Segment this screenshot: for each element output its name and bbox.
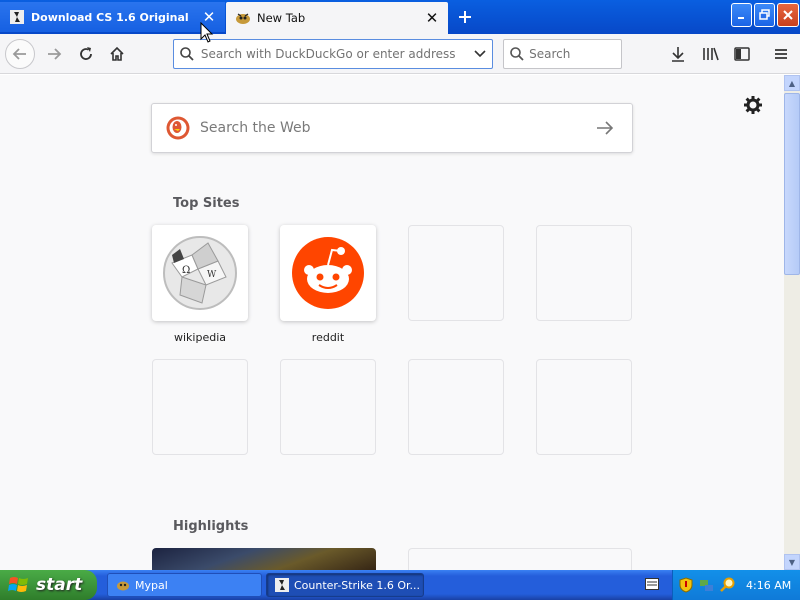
top-sites-heading: Top Sites bbox=[173, 196, 240, 211]
taskbar-item-mypal[interactable]: Mypal bbox=[107, 573, 262, 597]
sidebar-toggle-button[interactable] bbox=[728, 40, 756, 68]
top-site-empty bbox=[280, 359, 376, 455]
tab-new-tab[interactable]: New Tab ✕ bbox=[226, 2, 448, 34]
gear-icon[interactable] bbox=[743, 95, 763, 115]
top-site-reddit[interactable] bbox=[280, 225, 376, 321]
new-tab-button[interactable] bbox=[452, 4, 478, 30]
system-clock: 4:16 AM bbox=[746, 578, 792, 592]
taskbar-item-counter-strike[interactable]: Counter-Strike 1.6 Or... bbox=[266, 573, 424, 597]
windows-taskbar: start Mypal Counter-Strike 1.6 Or... 4:1… bbox=[0, 570, 800, 600]
menu-button[interactable] bbox=[767, 40, 795, 68]
new-tab-page: Top Sites Ω W wikipedia reddit bbox=[0, 75, 784, 570]
top-site-empty bbox=[408, 359, 504, 455]
mouse-cursor-icon bbox=[200, 21, 214, 44]
search-bar[interactable] bbox=[503, 39, 622, 69]
scroll-down-arrow-icon[interactable]: ▼ bbox=[784, 554, 800, 570]
search-icon bbox=[174, 46, 201, 62]
top-site-label: wikipedia bbox=[173, 331, 226, 344]
start-button[interactable]: start bbox=[0, 570, 97, 600]
top-site-label: reddit bbox=[311, 331, 345, 344]
arrow-right-icon[interactable] bbox=[590, 121, 620, 135]
navigation-toolbar bbox=[0, 34, 800, 74]
top-site-empty bbox=[408, 225, 504, 321]
forward-button[interactable] bbox=[40, 40, 68, 68]
windows-logo-icon bbox=[8, 577, 28, 592]
start-label: start bbox=[36, 575, 83, 595]
mypal-favicon-icon bbox=[235, 10, 251, 26]
network-icon[interactable] bbox=[699, 577, 715, 593]
scroll-up-arrow-icon[interactable]: ▲ bbox=[784, 75, 800, 91]
title-tab-bar: Download CS 1.6 Original ✕ New Tab ✕ bbox=[0, 0, 800, 34]
close-window-button[interactable] bbox=[777, 3, 799, 27]
restore-window-button[interactable] bbox=[754, 3, 775, 27]
top-site-empty bbox=[536, 225, 632, 321]
chevron-down-icon[interactable] bbox=[468, 50, 492, 58]
downloads-button[interactable] bbox=[664, 40, 692, 68]
scrollbar-thumb[interactable] bbox=[784, 93, 800, 275]
svg-text:W: W bbox=[207, 270, 217, 280]
mypal-icon bbox=[116, 578, 130, 592]
tab-download-cs[interactable]: Download CS 1.6 Original ✕ bbox=[0, 2, 225, 32]
top-site-empty bbox=[152, 359, 248, 455]
search-icon bbox=[504, 46, 529, 62]
vertical-scrollbar[interactable]: ▲ ▼ bbox=[784, 75, 800, 570]
back-button[interactable] bbox=[5, 39, 35, 69]
web-search-box[interactable] bbox=[151, 103, 633, 153]
reddit-icon bbox=[292, 237, 364, 309]
taskbar-item-label: Counter-Strike 1.6 Or... bbox=[294, 578, 420, 592]
web-search-input[interactable] bbox=[200, 120, 590, 136]
highlights-heading: Highlights bbox=[173, 519, 249, 534]
top-site-wikipedia[interactable]: Ω W bbox=[152, 225, 248, 321]
security-shield-icon[interactable] bbox=[678, 577, 694, 593]
taskbar-item-label: Mypal bbox=[135, 578, 168, 592]
counter-strike-icon bbox=[275, 578, 289, 592]
tab-title: Download CS 1.6 Original bbox=[31, 10, 189, 24]
svg-text:Ω: Ω bbox=[182, 265, 190, 276]
address-input[interactable] bbox=[200, 47, 469, 61]
tab-title: New Tab bbox=[257, 11, 306, 25]
system-tray: 4:16 AM bbox=[672, 570, 800, 600]
search-magnifier-icon[interactable] bbox=[720, 577, 736, 593]
top-site-empty bbox=[536, 359, 632, 455]
address-bar[interactable] bbox=[173, 39, 493, 69]
reload-button[interactable] bbox=[72, 40, 100, 68]
home-button[interactable] bbox=[103, 40, 131, 68]
close-tab-icon[interactable]: ✕ bbox=[422, 8, 442, 28]
search-input[interactable] bbox=[529, 47, 621, 61]
highlight-card-empty bbox=[408, 548, 632, 570]
library-button[interactable] bbox=[697, 40, 725, 68]
wikipedia-icon: Ω W bbox=[163, 236, 237, 310]
highlight-card-image[interactable] bbox=[152, 548, 376, 570]
counter-strike-favicon-icon bbox=[9, 9, 25, 25]
keyboard-icon[interactable] bbox=[645, 578, 659, 590]
duckduckgo-icon bbox=[166, 116, 190, 140]
minimize-window-button[interactable] bbox=[731, 3, 752, 27]
